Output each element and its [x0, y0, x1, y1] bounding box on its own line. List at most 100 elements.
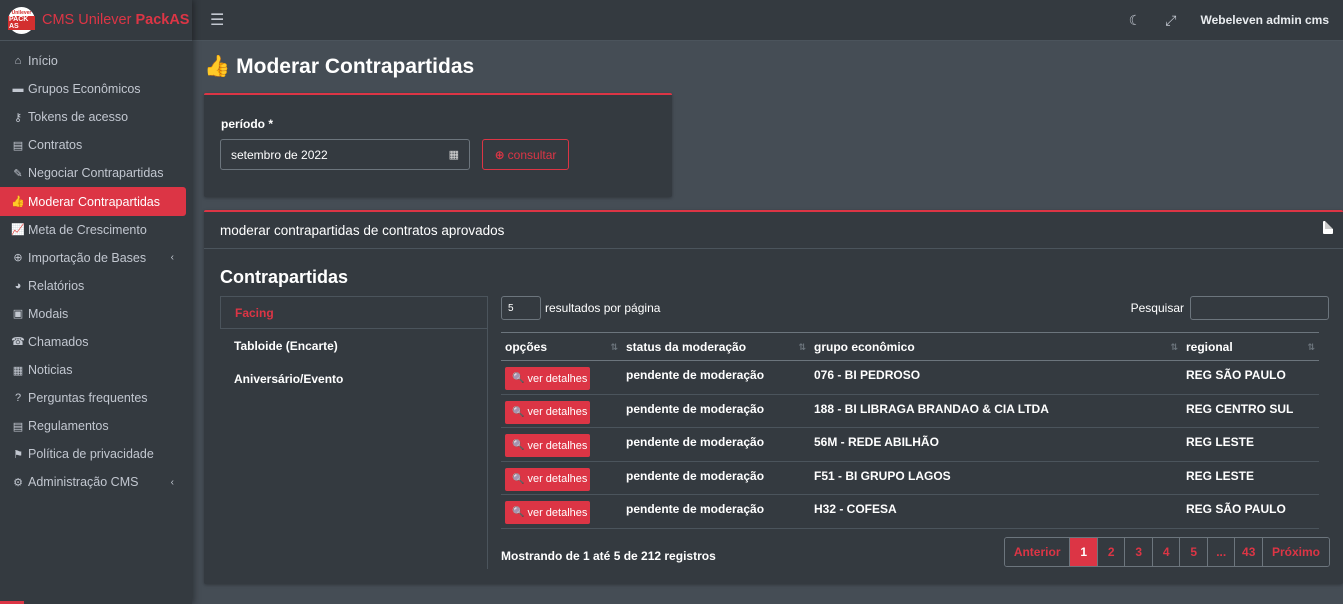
grupo-cell: H32 - COFESA [810, 494, 1182, 529]
table-row: 🔍 ver detalhes pendente de moderação 076 - … [501, 360, 1319, 395]
pagination-page[interactable]: 2 [1096, 538, 1125, 566]
table-row: 🔍 ver detalhes pendente de moderação 56M - … [501, 427, 1319, 462]
file-signature-icon: ✎ [13, 167, 23, 180]
sidebar-item-regulamentos[interactable]: ▤ Regulamentos [0, 412, 192, 440]
file-alt-icon: ▤ [12, 420, 24, 433]
status-cell: pendente de moderação [622, 427, 810, 462]
sidebar-item-chamados[interactable]: ☎ Chamados [0, 328, 192, 356]
table-info: Mostrando de 1 até 5 de 212 registros [501, 549, 716, 563]
pdf-export-icon[interactable] [1323, 221, 1333, 234]
sidebar-item-politica-de-privacidade[interactable]: ⚑ Política de privacidade [0, 440, 192, 468]
sidebar-item-noticias[interactable]: ▦ Noticias [0, 356, 192, 384]
ver-detalhes-button[interactable]: 🔍 ver detalhes [505, 434, 590, 458]
pagination-page[interactable]: 43 [1234, 538, 1262, 566]
column-header-label: regional [1186, 339, 1233, 354]
pagination-page[interactable]: 3 [1124, 538, 1152, 566]
sort-icon[interactable]: ⇅ [610, 342, 617, 353]
pagination-page[interactable]: ... [1206, 538, 1235, 566]
sidebar-item-label: Chamados [28, 334, 89, 349]
sidebar-item-inicio[interactable]: ⌂ Início [0, 47, 192, 75]
chevron-left-icon: ‹ [170, 476, 174, 488]
grupo-cell: F51 - BI GRUPO LAGOS [810, 461, 1182, 496]
fullscreen-icon[interactable]: ⤢ [1165, 12, 1176, 29]
ver-detalhes-label: ver detalhes [527, 506, 588, 519]
card-header: moderar contrapartidas de contratos apro… [204, 212, 1343, 249]
regional-cell: REG SÃO PAULO [1182, 494, 1319, 529]
sidebar-item-meta-de-crescimento[interactable]: 📈 Meta de Crescimento [0, 216, 192, 244]
brand-name-light: CMS Unilever [42, 12, 136, 28]
pagination-page[interactable]: 5 [1179, 538, 1207, 566]
calendar-icon[interactable]: ▦ [449, 148, 459, 161]
grupo-cell: 188 - BI LIBRAGA BRANDAO & CIA LTDA [810, 394, 1182, 429]
search-icon: 🔍 [512, 373, 525, 384]
sort-icon[interactable]: ⇅ [798, 342, 805, 353]
arrow-circle-up-icon: ⊕ [13, 252, 23, 265]
regional-cell: REG LESTE [1182, 461, 1319, 496]
sidebar-item-tokens-de-acesso[interactable]: ⚷ Tokens de acesso [0, 103, 192, 131]
sidebar-item-relatorios[interactable]: ◕ Relatórios [0, 272, 192, 300]
ver-detalhes-button[interactable]: 🔍 ver detalhes [505, 501, 590, 525]
sort-icon[interactable]: ⇅ [1170, 342, 1177, 353]
pagination-next[interactable]: Próximo [1261, 538, 1329, 566]
sidebar-item-label: Administração CMS [28, 475, 139, 490]
column-header[interactable]: status da moderação ⇅ [622, 332, 810, 361]
options-cell: 🔍 ver detalhes [501, 461, 622, 496]
sidebar-item-label: Grupos Econômicos [28, 82, 141, 97]
consultar-button[interactable]: ⊕ consultar [482, 139, 569, 170]
thumbs-up-icon: 👍 [11, 196, 25, 209]
brand-name: CMS Unilever PackAS [42, 12, 189, 28]
pagination-page[interactable]: 1 [1069, 538, 1097, 566]
search-icon: 🔍 [512, 507, 525, 519]
column-header-label: opções [505, 339, 548, 354]
ver-detalhes-label: ver detalhes [527, 439, 588, 452]
contrapartidas-card: moderar contrapartidas de contratos apro… [204, 210, 1343, 584]
user-name[interactable]: Webeleven admin cms [1201, 13, 1330, 27]
tab-aniversario-evento[interactable]: Aniversário/Evento [220, 362, 487, 395]
tab-facing[interactable]: Facing [220, 296, 487, 329]
filter-card: período * setembro de 2022 ▦ ⊕ consultar [204, 93, 672, 197]
sidebar-item-negociar-contrapartidas[interactable]: ✎ Negociar Contrapartidas [0, 159, 192, 187]
sidebar-item-administracao-cms[interactable]: ⚙ Administração CMS ‹ [0, 468, 192, 496]
sidebar-item-label: Política de privacidade [28, 447, 154, 462]
sidebar-item-label: Relatórios [28, 278, 85, 293]
menu-toggle-icon[interactable]: ☰ [210, 10, 224, 30]
sidebar-item-grupos-economicos[interactable]: ▬ Grupos Econômicos [0, 75, 192, 103]
table-area: 5 resultados por página Pesquisar opções… [501, 296, 1329, 529]
column-header[interactable]: grupo econômico ⇅ [810, 332, 1182, 361]
sidebar-item-importacao-de-bases[interactable]: ⊕ Importação de Bases ‹ [0, 244, 192, 272]
sidebar-item-contratos[interactable]: ▤ Contratos [0, 131, 192, 159]
card-header-title: moderar contrapartidas de contratos apro… [220, 222, 505, 238]
dark-mode-icon[interactable]: ☾ [1129, 12, 1142, 29]
chart-line-icon: 📈 [11, 224, 25, 237]
sidebar-item-modais[interactable]: ▣ Modais [0, 300, 192, 328]
table-row: 🔍 ver detalhes pendente de moderação H32 - … [501, 494, 1319, 529]
sidebar-item-perguntas-frequentes[interactable]: ? Perguntas frequentes [0, 384, 192, 412]
ver-detalhes-button[interactable]: 🔍 ver detalhes [505, 367, 590, 390]
page-title-text: Moderar Contrapartidas [236, 55, 475, 78]
page-length-label: resultados por página [545, 301, 661, 315]
tabs: Facing Tabloide (Encarte) Aniversário/Even… [220, 296, 488, 569]
brand[interactable]: Unilever PACK AS CMS Unilever PackAS [0, 0, 192, 41]
ver-detalhes-button[interactable]: 🔍 ver detalhes [505, 467, 590, 491]
sidebar-item-moderar-contrapartidas[interactable]: 👍 Moderar Contrapartidas [0, 187, 186, 216]
options-cell: 🔍 ver detalhes [501, 394, 622, 429]
column-header[interactable]: opções ⇅ [501, 332, 622, 361]
page-length-select[interactable]: 5 [501, 296, 541, 320]
thumbs-up-icon: 👍 [204, 55, 231, 78]
sidebar-item-label: Importação de Bases [28, 250, 147, 265]
pagination-page[interactable]: 4 [1151, 538, 1180, 566]
regional-cell: REG CENTRO SUL [1182, 394, 1319, 429]
period-date-input[interactable]: setembro de 2022 ▦ [220, 139, 470, 170]
ver-detalhes-button[interactable]: 🔍 ver detalhes [505, 400, 590, 424]
question-circle-icon: ? [14, 392, 22, 405]
pagination-previous[interactable]: Anterior [1004, 538, 1070, 566]
sort-icon[interactable]: ⇅ [1307, 342, 1314, 353]
table-search: Pesquisar [1131, 296, 1329, 320]
regional-cell: REG LESTE [1182, 427, 1319, 462]
column-header[interactable]: regional ⇅ [1182, 332, 1319, 361]
tab-tabloide-encarte[interactable]: Tabloide (Encarte) [220, 329, 487, 362]
sidebar-item-label: Meta de Crescimento [28, 222, 147, 237]
search-input[interactable] [1190, 296, 1329, 320]
column-header-label: status da moderação [626, 339, 747, 354]
sidebar-item-label: Noticias [28, 363, 73, 378]
